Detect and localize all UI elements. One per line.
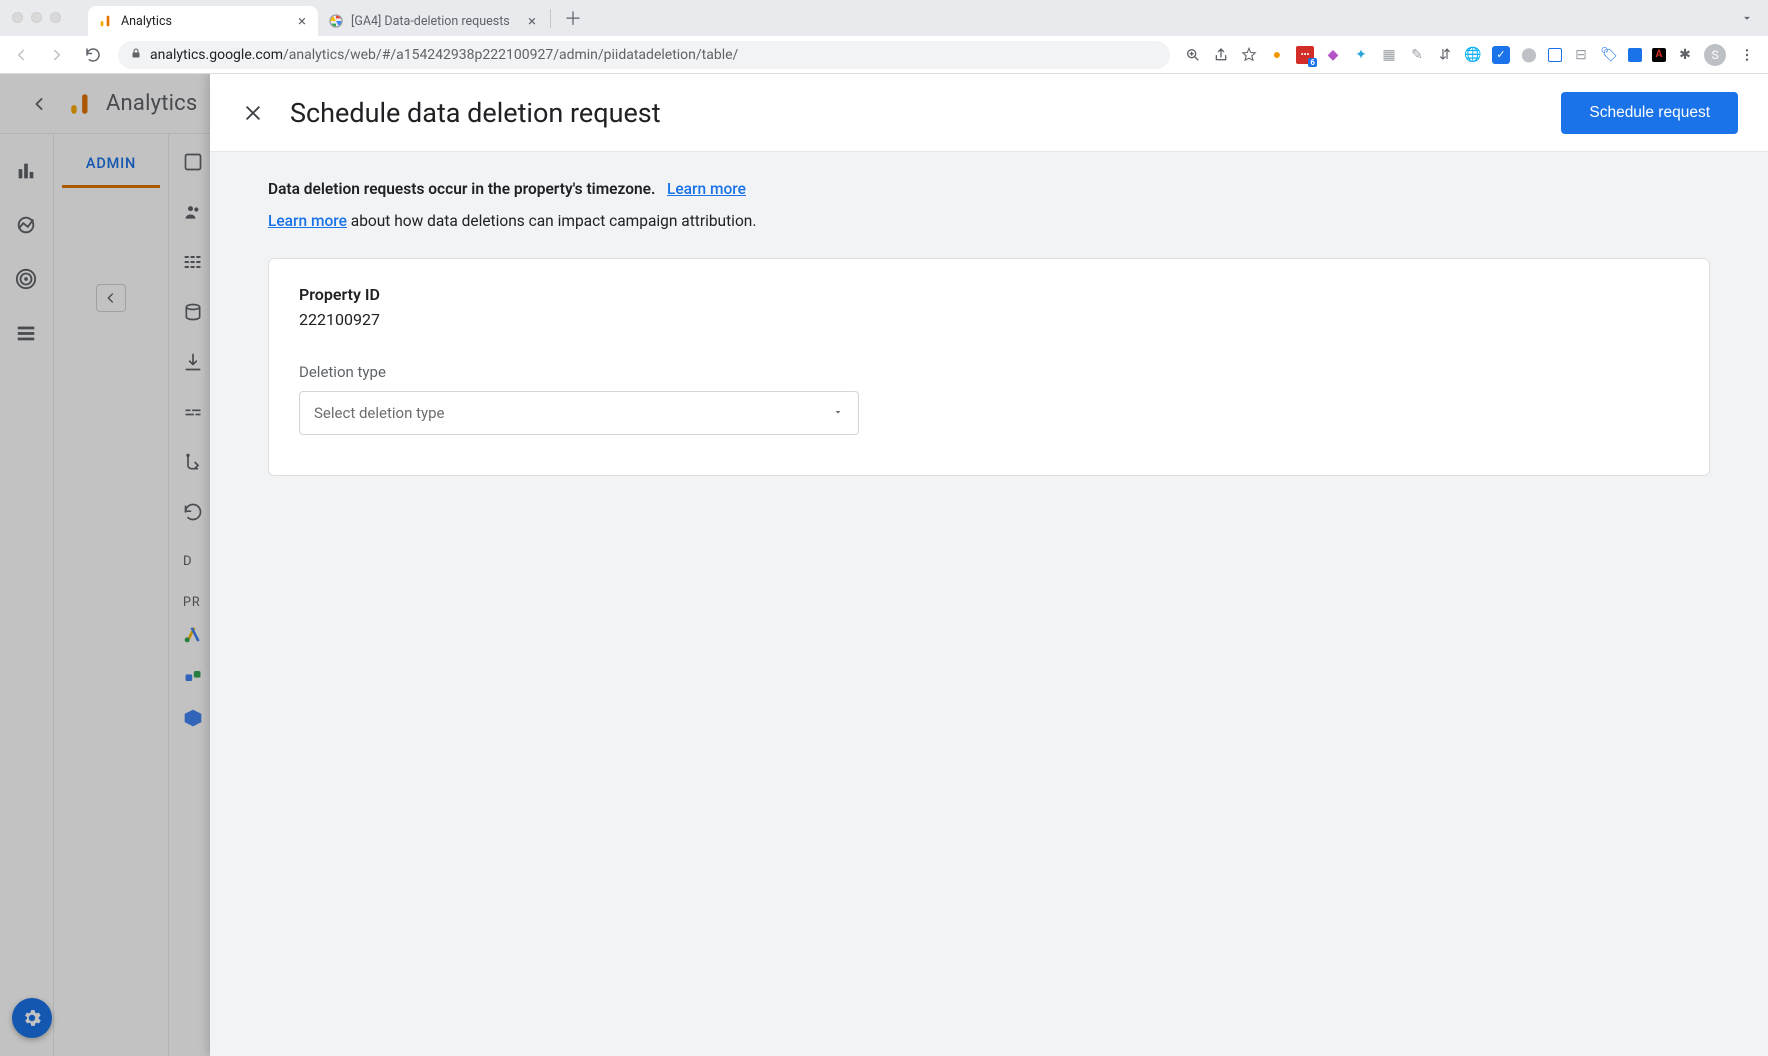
extension-icon[interactable] bbox=[1628, 48, 1642, 62]
close-icon[interactable] bbox=[240, 100, 266, 126]
browser-toolbar: analytics.google.com/analytics/web/#/a15… bbox=[0, 36, 1768, 74]
property-id-value: 222100927 bbox=[299, 310, 1679, 329]
extension-icon[interactable]: ✎ bbox=[1408, 46, 1426, 64]
attribution-info-text: Learn more about how data deletions can … bbox=[268, 212, 1710, 230]
share-icon[interactable] bbox=[1212, 46, 1230, 64]
traffic-light-close[interactable] bbox=[12, 12, 23, 23]
traffic-light-zoom[interactable] bbox=[50, 12, 61, 23]
extension-icon[interactable]: ⇵ bbox=[1436, 46, 1454, 64]
google-favicon bbox=[328, 13, 344, 29]
extension-icon[interactable]: ⬤ bbox=[1520, 46, 1538, 64]
macos-traffic-lights bbox=[12, 12, 61, 23]
extension-icon[interactable]: ◆ bbox=[1324, 46, 1342, 64]
select-placeholder: Select deletion type bbox=[314, 404, 444, 422]
extension-icon[interactable]: 🏷 bbox=[1600, 46, 1618, 64]
analytics-favicon bbox=[98, 13, 114, 29]
extension-icon[interactable]: ▦ bbox=[1380, 46, 1398, 64]
zoom-icon[interactable] bbox=[1184, 46, 1202, 64]
extension-icon[interactable]: ⊟ bbox=[1572, 46, 1590, 64]
address-bar[interactable]: analytics.google.com/analytics/web/#/a15… bbox=[118, 41, 1170, 69]
property-id-label: Property ID bbox=[299, 285, 1679, 304]
timezone-info-text: Data deletion requests occur in the prop… bbox=[268, 180, 1710, 198]
kebab-menu-icon[interactable] bbox=[1736, 44, 1758, 66]
lock-icon bbox=[130, 47, 142, 62]
learn-more-attribution-link[interactable]: Learn more bbox=[268, 212, 347, 230]
extension-icon[interactable]: ● bbox=[1268, 46, 1286, 64]
tab-separator bbox=[550, 9, 551, 28]
tab-close-icon[interactable]: × bbox=[526, 12, 538, 30]
forward-icon[interactable] bbox=[46, 44, 68, 66]
schedule-request-button[interactable]: Schedule request bbox=[1561, 92, 1738, 134]
traffic-light-minimize[interactable] bbox=[31, 12, 42, 23]
deletion-type-label: Deletion type bbox=[299, 363, 1679, 381]
schedule-deletion-panel: Schedule data deletion request Schedule … bbox=[210, 74, 1768, 1056]
browser-tab-strip: Analytics × [GA4] Data-deletion requests… bbox=[0, 0, 1768, 36]
browser-tab[interactable]: [GA4] Data-deletion requests × bbox=[318, 6, 548, 36]
learn-more-link[interactable]: Learn more bbox=[667, 180, 746, 198]
profile-avatar[interactable]: S bbox=[1704, 44, 1726, 66]
tab-title: [GA4] Data-deletion requests bbox=[351, 14, 519, 29]
extension-row: ● •••6 ◆ ✦ ▦ ✎ ⇵ 🌐 ✓ ⬤ ⊟ 🏷 A ✱ S bbox=[1184, 44, 1758, 66]
tab-title: Analytics bbox=[121, 14, 289, 29]
extension-lastpass-icon[interactable]: •••6 bbox=[1296, 46, 1314, 64]
new-tab-button[interactable]: ＋ bbox=[559, 4, 587, 32]
browser-tab-active[interactable]: Analytics × bbox=[88, 6, 318, 36]
deletion-type-select[interactable]: Select deletion type bbox=[299, 391, 859, 435]
deletion-form-card: Property ID 222100927 Deletion type Sele… bbox=[268, 258, 1710, 476]
reload-icon[interactable] bbox=[82, 44, 104, 66]
chevron-down-icon bbox=[832, 404, 844, 422]
modal-header: Schedule data deletion request Schedule … bbox=[210, 74, 1768, 152]
tab-overflow-icon[interactable] bbox=[1740, 10, 1754, 29]
extension-icon[interactable]: ✓ bbox=[1492, 46, 1510, 64]
modal-title: Schedule data deletion request bbox=[290, 97, 1537, 129]
tab-close-icon[interactable]: × bbox=[296, 12, 308, 30]
extension-icon[interactable] bbox=[1548, 48, 1562, 62]
star-icon[interactable] bbox=[1240, 46, 1258, 64]
extension-icon[interactable]: A bbox=[1652, 48, 1666, 62]
extensions-puzzle-icon[interactable]: ✱ bbox=[1676, 46, 1694, 64]
extension-icon[interactable]: 🌐 bbox=[1464, 46, 1482, 64]
extension-icon[interactable]: ✦ bbox=[1352, 46, 1370, 64]
back-icon[interactable] bbox=[10, 44, 32, 66]
modal-body: Data deletion requests occur in the prop… bbox=[210, 152, 1768, 504]
url-text: analytics.google.com/analytics/web/#/a15… bbox=[150, 47, 738, 63]
